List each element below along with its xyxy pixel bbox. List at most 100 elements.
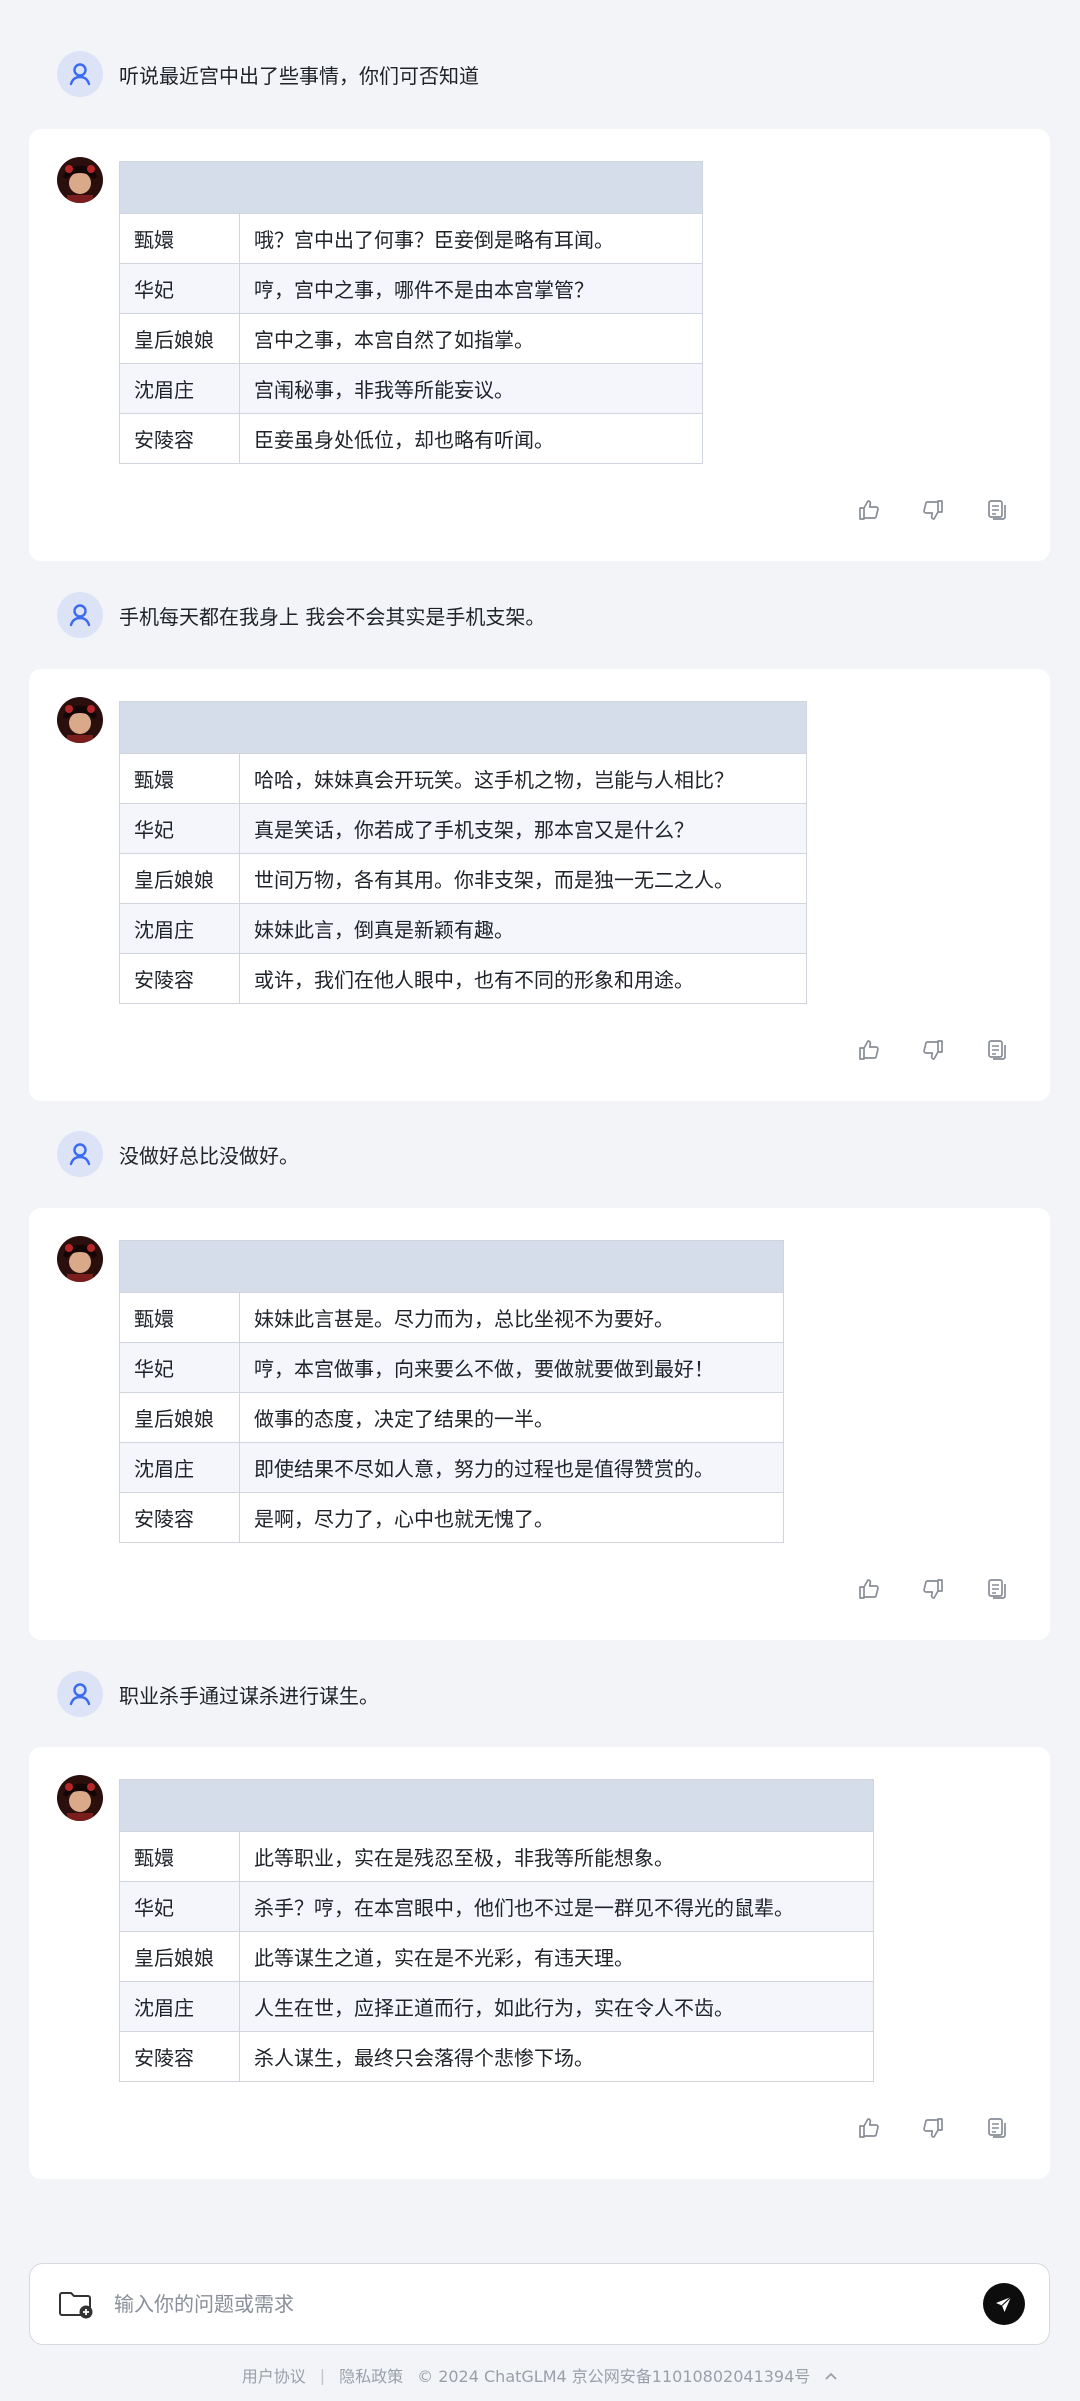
thumbs-down-icon[interactable]	[920, 2115, 946, 2141]
user-message-text: 没做好总比没做好。	[119, 1143, 299, 1168]
user-avatar-icon	[57, 1671, 103, 1717]
answer-actions	[856, 1037, 1010, 1063]
table-row: 华妃 哼，本宫做事，向来要么不做，要做就要做到最好！	[119, 1342, 784, 1393]
table-row: 安陵容 或许，我们在他人眼中，也有不同的形象和用途。	[119, 953, 807, 1004]
bot-avatar	[57, 157, 103, 203]
user-message: 职业杀手通过谋杀进行谋生。	[57, 1671, 379, 1717]
table-header	[119, 701, 807, 754]
user-agreement-link[interactable]: 用户协议	[242, 2363, 306, 2387]
copy-icon[interactable]	[984, 1037, 1010, 1063]
copy-icon[interactable]	[984, 2115, 1010, 2141]
table-row: 甄嬛 妹妹此言甚是。尽力而为，总比坐视不为要好。	[119, 1292, 784, 1343]
answer-table: 甄嬛 此等职业，实在是残忍至极，非我等所能想象。 华妃 杀手？哼，在本宫眼中，他们也…	[119, 1779, 874, 2082]
thumbs-up-icon[interactable]	[856, 1037, 882, 1063]
character-name: 甄嬛	[119, 1292, 240, 1343]
character-line: 世间万物，各有其用。你非支架，而是独一无二之人。	[239, 853, 807, 904]
bot-avatar	[57, 1236, 103, 1282]
character-line: 杀手？哼，在本宫眼中，他们也不过是一群见不得光的鼠辈。	[239, 1881, 874, 1932]
table-row: 甄嬛 哈哈，妹妹真会开玩笑。这手机之物，岂能与人相比？	[119, 753, 807, 804]
character-line: 做事的态度，决定了结果的一半。	[239, 1392, 784, 1443]
character-line: 宫中之事，本宫自然了如指掌。	[239, 313, 703, 364]
copy-icon[interactable]	[984, 1576, 1010, 1602]
character-line: 妹妹此言甚是。尽力而为，总比坐视不为要好。	[239, 1292, 784, 1343]
character-name: 甄嬛	[119, 753, 240, 804]
user-message-text: 手机每天都在我身上 我会不会其实是手机支架。	[119, 604, 546, 629]
copy-icon[interactable]	[984, 497, 1010, 523]
thumbs-up-icon[interactable]	[856, 1576, 882, 1602]
character-line: 或许，我们在他人眼中，也有不同的形象和用途。	[239, 953, 807, 1004]
character-name: 华妃	[119, 1342, 240, 1393]
character-name: 安陵容	[119, 413, 240, 464]
table-row: 皇后娘娘 做事的态度，决定了结果的一半。	[119, 1392, 784, 1443]
table-header	[119, 1240, 784, 1293]
folder-add-icon[interactable]	[56, 2284, 96, 2324]
character-name: 安陵容	[119, 1492, 240, 1543]
user-avatar-icon	[57, 51, 103, 97]
answer-actions	[856, 2115, 1010, 2141]
table-row: 甄嬛 哦？宫中出了何事？臣妾倒是略有耳闻。	[119, 213, 703, 264]
table-row: 皇后娘娘 世间万物，各有其用。你非支架，而是独一无二之人。	[119, 853, 807, 904]
table-row: 皇后娘娘 此等谋生之道，实在是不光彩，有违天理。	[119, 1931, 874, 1982]
character-name: 皇后娘娘	[119, 853, 240, 904]
table-row: 安陵容 是啊，尽力了，心中也就无愧了。	[119, 1492, 784, 1543]
table-row: 沈眉庄 即使结果不尽如人意，努力的过程也是值得赞赏的。	[119, 1442, 784, 1493]
character-name: 安陵容	[119, 2031, 240, 2082]
user-message: 听说最近宫中出了些事情，你们可否知道	[57, 51, 479, 97]
character-name: 甄嬛	[119, 213, 240, 264]
character-name: 甄嬛	[119, 1831, 240, 1882]
table-row: 安陵容 杀人谋生，最终只会落得个悲惨下场。	[119, 2031, 874, 2082]
character-name: 安陵容	[119, 953, 240, 1004]
character-line: 此等职业，实在是残忍至极，非我等所能想象。	[239, 1831, 874, 1882]
table-row: 沈眉庄 人生在世，应择正道而行，如此行为，实在令人不齿。	[119, 1981, 874, 2032]
prompt-bar	[29, 2263, 1050, 2345]
character-line: 宫闱秘事，非我等所能妄议。	[239, 363, 703, 414]
thumbs-down-icon[interactable]	[920, 1037, 946, 1063]
character-name: 华妃	[119, 263, 240, 314]
character-line: 哦？宫中出了何事？臣妾倒是略有耳闻。	[239, 213, 703, 264]
character-line: 妹妹此言，倒真是新颖有趣。	[239, 903, 807, 954]
table-row: 华妃 真是笑话，你若成了手机支架，那本宫又是什么？	[119, 803, 807, 854]
thumbs-up-icon[interactable]	[856, 497, 882, 523]
bot-avatar	[57, 697, 103, 743]
user-avatar-icon	[57, 1131, 103, 1177]
answer-card: 甄嬛 妹妹此言甚是。尽力而为，总比坐视不为要好。 华妃 哼，本宫做事，向来要么不做，…	[29, 1208, 1050, 1640]
user-message-text: 职业杀手通过谋杀进行谋生。	[119, 1683, 379, 1708]
character-name: 沈眉庄	[119, 363, 240, 414]
chevron-up-icon[interactable]	[824, 2366, 838, 2385]
footer: 用户协议 | 隐私政策 © 2024 ChatGLM4 京公网安备1101080…	[0, 2360, 1080, 2390]
character-line: 人生在世，应择正道而行，如此行为，实在令人不齿。	[239, 1981, 874, 2032]
copyright-text: © 2024 ChatGLM4 京公网安备11010802041394号	[417, 2367, 811, 2386]
character-line: 是啊，尽力了，心中也就无愧了。	[239, 1492, 784, 1543]
answer-table: 甄嬛 妹妹此言甚是。尽力而为，总比坐视不为要好。 华妃 哼，本宫做事，向来要么不做，…	[119, 1240, 784, 1543]
thumbs-up-icon[interactable]	[856, 2115, 882, 2141]
character-name: 沈眉庄	[119, 1442, 240, 1493]
table-row: 华妃 哼，宫中之事，哪件不是由本宫掌管？	[119, 263, 703, 314]
table-row: 沈眉庄 妹妹此言，倒真是新颖有趣。	[119, 903, 807, 954]
user-message-text: 听说最近宫中出了些事情，你们可否知道	[119, 63, 479, 88]
answer-actions	[856, 1576, 1010, 1602]
character-line: 真是笑话，你若成了手机支架，那本宫又是什么？	[239, 803, 807, 854]
character-line: 即使结果不尽如人意，努力的过程也是值得赞赏的。	[239, 1442, 784, 1493]
send-icon[interactable]	[983, 2283, 1025, 2325]
character-name: 皇后娘娘	[119, 1392, 240, 1443]
answer-table: 甄嬛 哦？宫中出了何事？臣妾倒是略有耳闻。 华妃 哼，宫中之事，哪件不是由本宫掌管？…	[119, 161, 703, 464]
chat-page: 听说最近宫中出了些事情，你们可否知道 甄嬛 哦？宫中出了何事？臣妾倒是略有耳闻。 …	[0, 0, 1080, 2401]
prompt-input[interactable]	[114, 2292, 983, 2316]
character-line: 臣妾虽身处低位，却也略有听闻。	[239, 413, 703, 464]
privacy-policy-link[interactable]: 隐私政策	[339, 2363, 403, 2387]
table-header	[119, 1779, 874, 1832]
character-name: 华妃	[119, 803, 240, 854]
table-row: 甄嬛 此等职业，实在是残忍至极，非我等所能想象。	[119, 1831, 874, 1882]
footer-divider: |	[319, 2365, 326, 2385]
character-line: 哈哈，妹妹真会开玩笑。这手机之物，岂能与人相比？	[239, 753, 807, 804]
character-name: 华妃	[119, 1881, 240, 1932]
user-avatar-icon	[57, 592, 103, 638]
user-message: 手机每天都在我身上 我会不会其实是手机支架。	[57, 592, 545, 638]
thumbs-down-icon[interactable]	[920, 497, 946, 523]
character-name: 沈眉庄	[119, 1981, 240, 2032]
table-row: 华妃 杀手？哼，在本宫眼中，他们也不过是一群见不得光的鼠辈。	[119, 1881, 874, 1932]
table-header	[119, 161, 703, 214]
thumbs-down-icon[interactable]	[920, 1576, 946, 1602]
bot-avatar	[57, 1775, 103, 1821]
answer-card: 甄嬛 哦？宫中出了何事？臣妾倒是略有耳闻。 华妃 哼，宫中之事，哪件不是由本宫掌管？…	[29, 129, 1050, 561]
